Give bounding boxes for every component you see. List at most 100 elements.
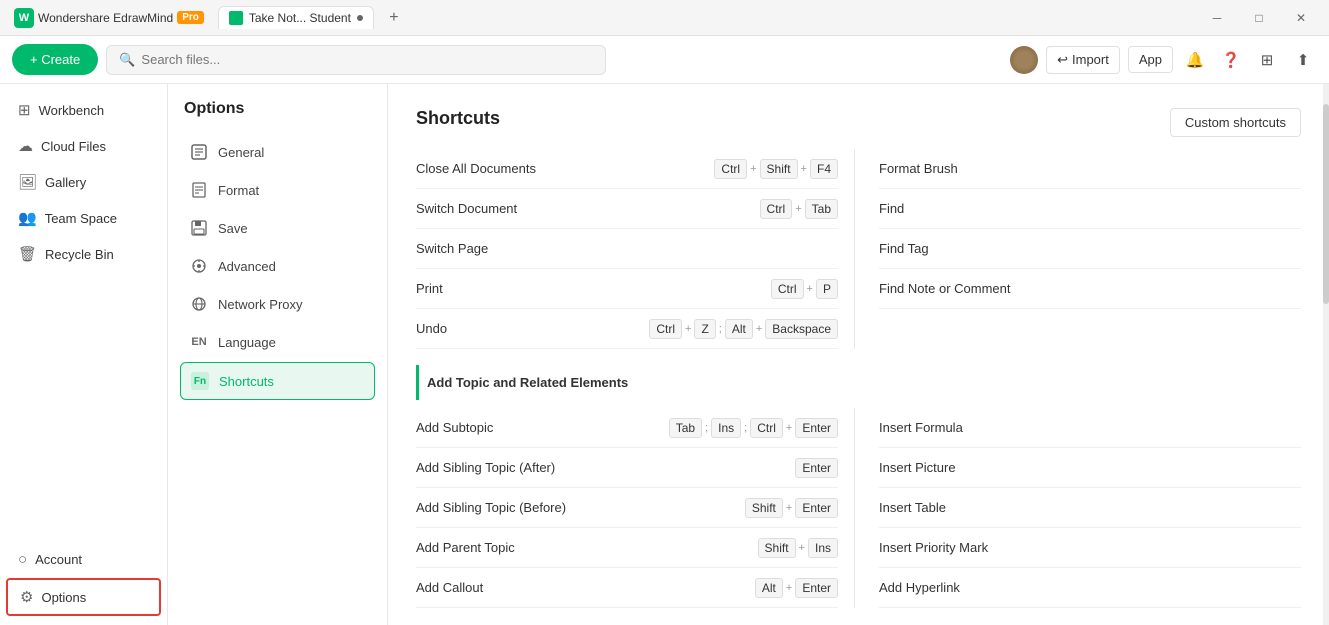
save-label: Save bbox=[218, 221, 248, 236]
undo-name: Undo bbox=[416, 321, 596, 336]
shortcut-insert-picture: Insert Picture bbox=[879, 448, 1301, 488]
content-area: Shortcuts Custom shortcuts Close All Doc… bbox=[388, 84, 1329, 625]
insert-picture-name: Insert Picture bbox=[879, 460, 1059, 475]
app-button[interactable]: App bbox=[1128, 46, 1173, 73]
shortcut-switch-page: Switch Page bbox=[416, 229, 838, 269]
sidebar-account-label: Account bbox=[35, 552, 82, 567]
tab-unsaved-dot bbox=[357, 15, 363, 21]
team-icon: 👥 bbox=[18, 209, 37, 227]
sidebar-item-team-space[interactable]: 👥 Team Space bbox=[6, 201, 161, 235]
scrollbar-thumb[interactable] bbox=[1323, 104, 1329, 304]
switch-doc-name: Switch Document bbox=[416, 201, 596, 216]
print-keys: Ctrl + P bbox=[771, 279, 838, 299]
toolbar-right: ↩ Import App 🔔 ❓ ⊞ ⬆ bbox=[1010, 46, 1317, 74]
recycle-icon: 🗑 bbox=[18, 245, 37, 263]
shortcut-add-callout: Add Callout Alt + Enter bbox=[416, 568, 838, 608]
shortcut-find-tag: Find Tag bbox=[879, 229, 1301, 269]
shortcut-switch-doc: Switch Document Ctrl + Tab bbox=[416, 189, 838, 229]
network-icon bbox=[190, 295, 208, 313]
add-topic-left: Add Subtopic Tab ; Ins ; Ctrl + Enter Ad… bbox=[416, 408, 854, 608]
general-label: General bbox=[218, 145, 264, 160]
language-icon: EN bbox=[190, 333, 208, 351]
add-subtopic-keys: Tab ; Ins ; Ctrl + Enter bbox=[669, 418, 838, 438]
create-button[interactable]: + Create bbox=[12, 44, 98, 75]
import-label: Import bbox=[1072, 52, 1109, 67]
share-icon[interactable]: ⬆ bbox=[1289, 46, 1317, 74]
maximize-button[interactable]: □ bbox=[1239, 3, 1279, 33]
shortcut-add-subtopic: Add Subtopic Tab ; Ins ; Ctrl + Enter bbox=[416, 408, 838, 448]
active-tab[interactable]: Take Not... Student bbox=[218, 6, 374, 29]
add-sibling-after-name: Add Sibling Topic (After) bbox=[416, 460, 596, 475]
find-note-name: Find Note or Comment bbox=[879, 281, 1059, 296]
add-tab-button[interactable]: + bbox=[382, 6, 406, 30]
tab-label: Take Not... Student bbox=[249, 11, 351, 25]
help-icon[interactable]: ❓ bbox=[1217, 46, 1245, 74]
advanced-label: Advanced bbox=[218, 259, 276, 274]
add-sibling-before-name: Add Sibling Topic (Before) bbox=[416, 500, 596, 515]
gallery-icon: 🖼 bbox=[18, 173, 37, 191]
avatar[interactable] bbox=[1010, 46, 1038, 74]
scrollbar-track[interactable] bbox=[1323, 84, 1329, 625]
option-network-proxy[interactable]: Network Proxy bbox=[180, 286, 375, 322]
sidebar-recycle-label: Recycle Bin bbox=[45, 247, 114, 262]
option-shortcuts[interactable]: Fn Shortcuts bbox=[180, 362, 375, 400]
sidebar-item-workbench[interactable]: ⊞ Workbench bbox=[6, 93, 161, 127]
switch-doc-keys: Ctrl + Tab bbox=[760, 199, 838, 219]
option-advanced[interactable]: Advanced bbox=[180, 248, 375, 284]
insert-formula-name: Insert Formula bbox=[879, 420, 1059, 435]
add-hyperlink-name: Add Hyperlink bbox=[879, 580, 1059, 595]
cloud-icon: ☁ bbox=[18, 137, 33, 155]
shortcuts-label: Shortcuts bbox=[219, 374, 274, 389]
app-name: Wondershare EdrawMind bbox=[38, 11, 173, 25]
pro-badge: Pro bbox=[177, 11, 204, 24]
main-layout: ⊞ Workbench ☁ Cloud Files 🖼 Gallery 👥 Te… bbox=[0, 84, 1329, 625]
option-language[interactable]: EN Language bbox=[180, 324, 375, 360]
language-label: Language bbox=[218, 335, 276, 350]
search-input[interactable] bbox=[141, 52, 593, 67]
option-format[interactable]: Format bbox=[180, 172, 375, 208]
sidebar-item-options[interactable]: ⚙ Options bbox=[6, 578, 161, 616]
options-panel: Options General Format Save Advanced bbox=[168, 84, 388, 625]
shortcut-print: Print Ctrl + P bbox=[416, 269, 838, 309]
custom-shortcuts-button[interactable]: Custom shortcuts bbox=[1170, 108, 1301, 137]
sidebar: ⊞ Workbench ☁ Cloud Files 🖼 Gallery 👥 Te… bbox=[0, 84, 168, 625]
window-controls: ─ □ ✕ bbox=[1197, 3, 1321, 33]
add-callout-name: Add Callout bbox=[416, 580, 596, 595]
sidebar-gallery-label: Gallery bbox=[45, 175, 86, 190]
advanced-icon bbox=[190, 257, 208, 275]
insert-table-name: Insert Table bbox=[879, 500, 1059, 515]
find-tag-name: Find Tag bbox=[879, 241, 1059, 256]
option-general[interactable]: General bbox=[180, 134, 375, 170]
close-all-name: Close All Documents bbox=[416, 161, 596, 176]
close-button[interactable]: ✕ bbox=[1281, 3, 1321, 33]
shortcut-format-brush: Format Brush bbox=[879, 149, 1301, 189]
general-shortcuts-section: Close All Documents Ctrl + Shift + F4 Sw… bbox=[416, 149, 1301, 349]
add-sibling-before-keys: Shift + Enter bbox=[745, 498, 838, 518]
switch-page-name: Switch Page bbox=[416, 241, 596, 256]
add-callout-keys: Alt + Enter bbox=[755, 578, 838, 598]
save-icon bbox=[190, 219, 208, 237]
add-parent-keys: Shift + Ins bbox=[758, 538, 838, 558]
options-icon: ⚙ bbox=[20, 588, 33, 606]
sidebar-item-gallery[interactable]: 🖼 Gallery bbox=[6, 165, 161, 199]
import-button[interactable]: ↩ Import bbox=[1046, 46, 1120, 74]
apps-grid-icon[interactable]: ⊞ bbox=[1253, 46, 1281, 74]
sidebar-item-account[interactable]: ○ Account bbox=[6, 543, 161, 576]
sidebar-item-cloud-files[interactable]: ☁ Cloud Files bbox=[6, 129, 161, 163]
shortcut-undo: Undo Ctrl + Z ; Alt + Backspace bbox=[416, 309, 838, 349]
sidebar-options-label: Options bbox=[41, 590, 86, 605]
account-icon: ○ bbox=[18, 551, 27, 568]
shortcut-insert-table: Insert Table bbox=[879, 488, 1301, 528]
sidebar-team-label: Team Space bbox=[45, 211, 117, 226]
find-name: Find bbox=[879, 201, 1059, 216]
search-box[interactable]: 🔍 bbox=[106, 45, 606, 75]
option-save[interactable]: Save bbox=[180, 210, 375, 246]
sidebar-item-recycle-bin[interactable]: 🗑 Recycle Bin bbox=[6, 237, 161, 271]
shortcut-add-hyperlink: Add Hyperlink bbox=[879, 568, 1301, 608]
logo-icon: W bbox=[14, 8, 34, 28]
options-panel-title: Options bbox=[180, 100, 375, 118]
minimize-button[interactable]: ─ bbox=[1197, 3, 1237, 33]
shortcut-find: Find bbox=[879, 189, 1301, 229]
notification-icon[interactable]: 🔔 bbox=[1181, 46, 1209, 74]
format-icon bbox=[190, 181, 208, 199]
